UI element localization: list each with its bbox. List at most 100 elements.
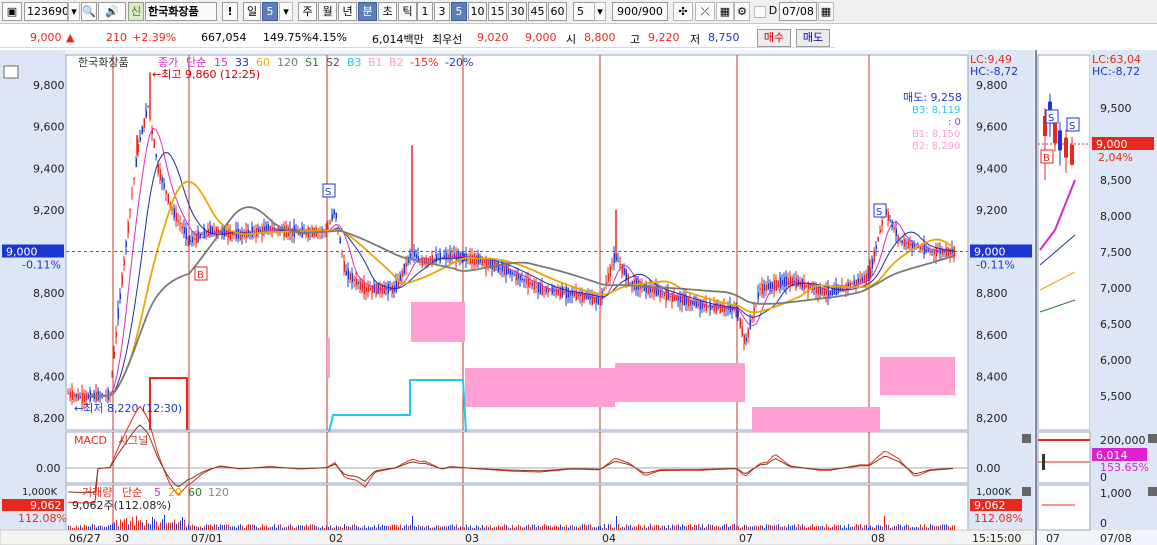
volume-bar	[376, 527, 377, 530]
volume-bar	[564, 526, 565, 530]
period-tab-4[interactable]: 초	[378, 2, 397, 21]
candle-body	[133, 178, 135, 180]
candle-body	[469, 254, 471, 264]
candle-body	[191, 236, 193, 243]
interval-dropdown-icon[interactable]: ▾	[594, 2, 606, 21]
period-tab-3[interactable]: 분	[358, 2, 377, 21]
candle-body	[161, 177, 163, 183]
candle-body	[905, 242, 907, 244]
date-field[interactable]: 07/08	[779, 2, 817, 21]
volume-bar	[476, 525, 477, 530]
volume-bar	[212, 526, 213, 530]
volume-bar	[292, 526, 293, 530]
volume-bar	[518, 524, 519, 530]
volume-bar	[258, 527, 259, 530]
compare-icon[interactable]: ⤫	[695, 2, 715, 21]
interval-45[interactable]: 45	[528, 2, 547, 21]
calendar-icon[interactable]: ▦	[818, 2, 834, 21]
volume-bar	[272, 526, 273, 530]
volume-bar	[700, 527, 701, 530]
candle-body	[861, 277, 863, 282]
period-tab-1[interactable]: 월	[318, 2, 337, 21]
volume-bar	[112, 523, 113, 530]
x-tick-label: 04	[602, 532, 616, 545]
period-day-button[interactable]: 일	[243, 2, 261, 21]
y-tick-right: 8,600	[976, 329, 1008, 342]
stock-code-input[interactable]: 123690	[24, 2, 68, 21]
volume-bar	[768, 524, 769, 530]
search-icon[interactable]: 🔍	[81, 2, 97, 21]
volume-bar	[496, 526, 497, 530]
volume-bar	[696, 525, 697, 530]
volume-bar	[910, 527, 911, 530]
volume-bar	[344, 524, 345, 530]
volume-bar	[684, 526, 685, 530]
volume-bar	[554, 525, 555, 530]
grid-icon[interactable]: ▦	[716, 2, 734, 21]
interval-15[interactable]: 15	[488, 2, 507, 21]
interval-1[interactable]: 1	[417, 2, 433, 21]
code-dropdown-icon[interactable]: ▾	[68, 2, 80, 21]
interval-10[interactable]: 10	[468, 2, 487, 21]
low-annotation: ←최저 8,220 (12:30)	[74, 402, 182, 415]
candle-body	[875, 245, 877, 249]
volume-bar	[746, 525, 747, 530]
candle-body	[775, 279, 777, 291]
side-y-tick: 5,500	[1100, 390, 1132, 403]
side-price: 9,000	[1096, 138, 1128, 151]
count-field[interactable]: 900/900	[612, 2, 668, 21]
volume-bar	[384, 525, 385, 530]
candle-body	[919, 246, 921, 250]
volume-bar	[620, 527, 621, 530]
volume-bar	[412, 516, 413, 530]
candle-body	[179, 223, 181, 225]
period-dropdown-icon[interactable]: ▾	[279, 2, 293, 21]
volume-bar	[950, 527, 951, 530]
volume-bar	[434, 527, 435, 530]
candle-body	[651, 288, 653, 293]
volume-bar	[380, 526, 381, 530]
volume-bar	[934, 526, 935, 530]
window-menu-icon[interactable]: ▣	[2, 2, 22, 21]
sell-button[interactable]: 매도	[796, 29, 830, 47]
volume-bar	[868, 527, 869, 530]
period-tab-2[interactable]: 년	[338, 2, 357, 21]
candle-body	[111, 374, 113, 376]
chart-area[interactable]: 9,800 9,800 9,600 9,600 9,400 9,400 9,200 9,200…	[0, 50, 1157, 545]
candle-body	[187, 237, 189, 239]
stock-name-field[interactable]: 한국화장품	[145, 2, 217, 21]
speaker-icon[interactable]: 🔊	[98, 2, 126, 21]
legend-item: 120	[277, 56, 298, 69]
buy-button[interactable]: 매수	[757, 29, 791, 47]
interval-5[interactable]: 5	[451, 2, 467, 21]
crosshair-icon[interactable]: ✣	[673, 2, 693, 21]
candle-body	[921, 247, 923, 251]
alert-button[interactable]: !	[222, 2, 238, 21]
interval-3[interactable]: 3	[434, 2, 450, 21]
date-checkbox[interactable]	[754, 6, 766, 18]
volume-bar	[726, 524, 727, 530]
volume-bar	[318, 527, 319, 530]
y-tick-right: 9,200	[976, 204, 1008, 217]
candle-body	[945, 247, 947, 257]
interval-60[interactable]: 60	[548, 2, 567, 21]
period-tab-0[interactable]: 주	[298, 2, 317, 21]
candle-body	[471, 255, 473, 264]
period-num-field[interactable]: 5	[262, 2, 278, 21]
candle-body	[341, 253, 343, 255]
side-signal-letter: S	[1048, 113, 1054, 124]
volume-bar	[68, 525, 69, 530]
candle-body	[685, 296, 687, 305]
interval-30[interactable]: 30	[508, 2, 527, 21]
volume-bar	[738, 526, 739, 530]
high-label: 고	[630, 33, 641, 46]
volume-bar	[806, 527, 807, 530]
volume-bar	[850, 527, 851, 530]
side-candle-body	[1053, 123, 1057, 144]
candle-body	[767, 283, 769, 290]
gear-icon[interactable]: ⚙	[734, 2, 750, 21]
period-tab-5[interactable]: 틱	[398, 2, 417, 21]
volume-bar	[822, 525, 823, 530]
candle-body	[147, 105, 149, 107]
volume-bar	[724, 524, 725, 530]
